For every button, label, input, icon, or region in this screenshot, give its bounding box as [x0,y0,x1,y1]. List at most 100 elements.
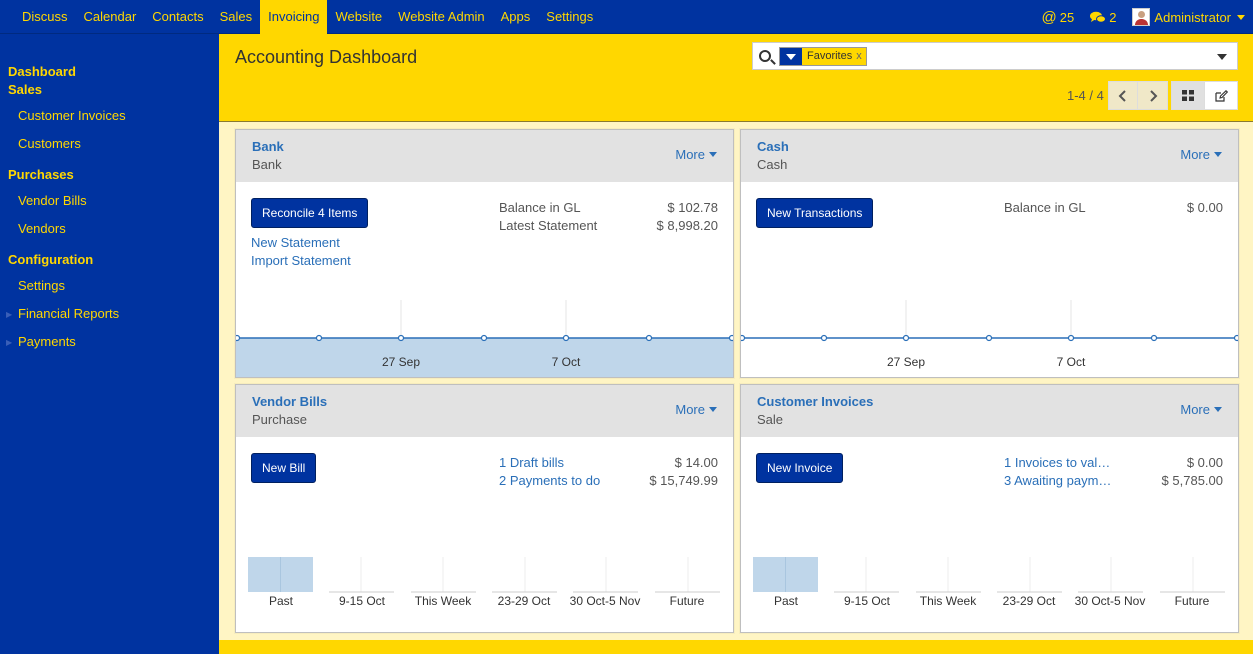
pager-value[interactable]: 1-4 / 4 [1067,88,1104,103]
card-title[interactable]: Vendor Bills [252,394,327,409]
more-dropdown[interactable]: More [1180,147,1222,162]
menu-calendar[interactable]: Calendar [76,0,145,34]
sidebar-item-customer-invoices[interactable]: Customer Invoices [18,108,126,123]
data-point [1233,334,1238,342]
search-options-toggle[interactable] [1217,54,1227,60]
kanban-area: Bank Bank More Reconcile 4 Items New Sta… [219,122,1253,640]
payments-to-do-link[interactable]: 2 Payments to do [499,473,600,488]
data-point [741,334,746,342]
draft-bills-link[interactable]: 1 Draft bills [499,455,564,470]
data-point [902,334,910,342]
card-header: Bank Bank More [236,130,733,182]
sidebar-item-vendors[interactable]: Vendors [18,221,66,236]
kanban-view-button[interactable] [1171,81,1205,110]
data-point [645,334,653,342]
menu-apps[interactable]: Apps [493,0,539,34]
facet-remove-button[interactable]: x [856,48,866,65]
x-tick-label: Past [774,594,799,608]
chevron-left-icon [1118,89,1126,102]
new-invoice-button[interactable]: New Invoice [756,453,844,483]
x-tick-label: 27 Sep [382,355,420,369]
kanban-icon [1182,90,1194,101]
reconcile-button[interactable]: Reconcile 4 Items [251,198,369,228]
more-dropdown[interactable]: More [675,402,717,417]
balance-gl-label: Balance in GL [499,200,581,215]
x-tick-label: 23-29 Oct [1003,594,1056,608]
more-label: More [1180,402,1210,417]
data-point [562,334,570,342]
aging-bar-chart: Past 9-15 Oct This Week 23-29 Oct 30 Oct… [248,557,720,608]
card-header: Vendor Bills Purchase More [236,385,733,437]
more-dropdown[interactable]: More [1180,402,1222,417]
menu-sales[interactable]: Sales [212,0,261,34]
menu-discuss[interactable]: Discuss [14,0,76,34]
edit-view-button[interactable] [1204,81,1238,110]
messages-button[interactable]: 2 [1090,10,1116,25]
data-point [728,334,733,342]
payments-to-do-value: $ 15,749.99 [649,473,718,488]
x-tick-label: Future [670,594,705,608]
balance-gl-label: Balance in GL [1004,200,1086,215]
search-icon [759,50,771,62]
sidebar: Dashboard Sales Customer Invoices Custom… [0,34,219,654]
page-title: Accounting Dashboard [235,47,418,67]
sidebar-item-financial-reports[interactable]: Financial Reports [18,306,119,321]
card-title[interactable]: Customer Invoices [757,394,873,409]
menu-website[interactable]: Website [327,0,390,34]
caret-down-icon [709,152,717,157]
card-subtitle: Bank [252,157,282,172]
card-title[interactable]: Bank [252,139,284,154]
latest-statement-label: Latest Statement [499,218,598,233]
user-menu[interactable]: Administrator [1132,8,1245,26]
menu-contacts[interactable]: Contacts [144,0,211,34]
mentions-button[interactable]: @ 25 [1041,10,1074,25]
awaiting-payment-link[interactable]: 3 Awaiting paym… [1004,473,1111,488]
invoices-to-validate-value: $ 0.00 [1186,455,1223,470]
pager-next-button[interactable] [1137,81,1168,110]
aging-bar-chart: Past 9-15 Oct This Week 23-29 Oct 30 Oct… [753,557,1225,608]
x-tick-label: This Week [415,594,472,608]
sidebar-item-settings[interactable]: Settings [18,278,65,293]
card-subtitle: Purchase [252,412,307,427]
x-tick-label: 7 Oct [1057,355,1086,369]
x-tick-label: 27 Sep [887,355,925,369]
awaiting-payment-value: $ 5,785.00 [1161,473,1223,488]
expand-arrow-icon[interactable]: ▶ [6,338,12,347]
search-facet: Favorites x [779,47,867,66]
facet-label: Favorites [807,50,853,62]
menu-website-admin[interactable]: Website Admin [390,0,492,34]
data-point [236,334,241,342]
balance-line-chart: 27 Sep 7 Oct [236,300,733,377]
sidebar-item-payments[interactable]: Payments [18,334,76,349]
x-tick-label: 9-15 Oct [844,594,891,608]
journal-card-cash: Cash Cash More New Transactions Balance … [740,129,1239,378]
top-navbar: Discuss Calendar Contacts Sales Invoicin… [0,0,1253,34]
new-statement-link[interactable]: New Statement [251,235,340,250]
sidebar-item-customers[interactable]: Customers [18,136,81,151]
menu-settings[interactable]: Settings [538,0,601,34]
x-tick-label: 9-15 Oct [339,594,386,608]
invoices-to-validate-link[interactable]: 1 Invoices to val… [1004,455,1110,470]
x-tick-label: This Week [920,594,977,608]
latest-statement-value: $ 8,998.20 [656,218,718,233]
data-point [820,334,828,342]
import-statement-link[interactable]: Import Statement [251,253,351,268]
balance-gl-value: $ 102.78 [667,200,718,215]
new-transactions-button[interactable]: New Transactions [756,198,874,228]
x-tick-label: 30 Oct-5 Nov [1075,594,1146,608]
sidebar-dashboard[interactable]: Dashboard [8,64,76,79]
caret-down-icon [1214,152,1222,157]
card-title[interactable]: Cash [757,139,789,154]
search-input[interactable]: Favorites x [752,42,1238,70]
new-bill-button[interactable]: New Bill [251,453,317,483]
pager-previous-button[interactable] [1108,81,1138,110]
chat-bubbles-icon [1090,11,1107,23]
card-header: Customer Invoices Sale More [741,385,1238,437]
menu-invoicing[interactable]: Invoicing [260,0,328,34]
more-dropdown[interactable]: More [675,147,717,162]
sidebar-item-vendor-bills[interactable]: Vendor Bills [18,193,87,208]
sidebar-section-configuration: Configuration [8,252,94,267]
caret-down-icon [709,407,717,412]
draft-bills-value: $ 14.00 [674,455,718,470]
expand-arrow-icon[interactable]: ▶ [6,310,12,319]
